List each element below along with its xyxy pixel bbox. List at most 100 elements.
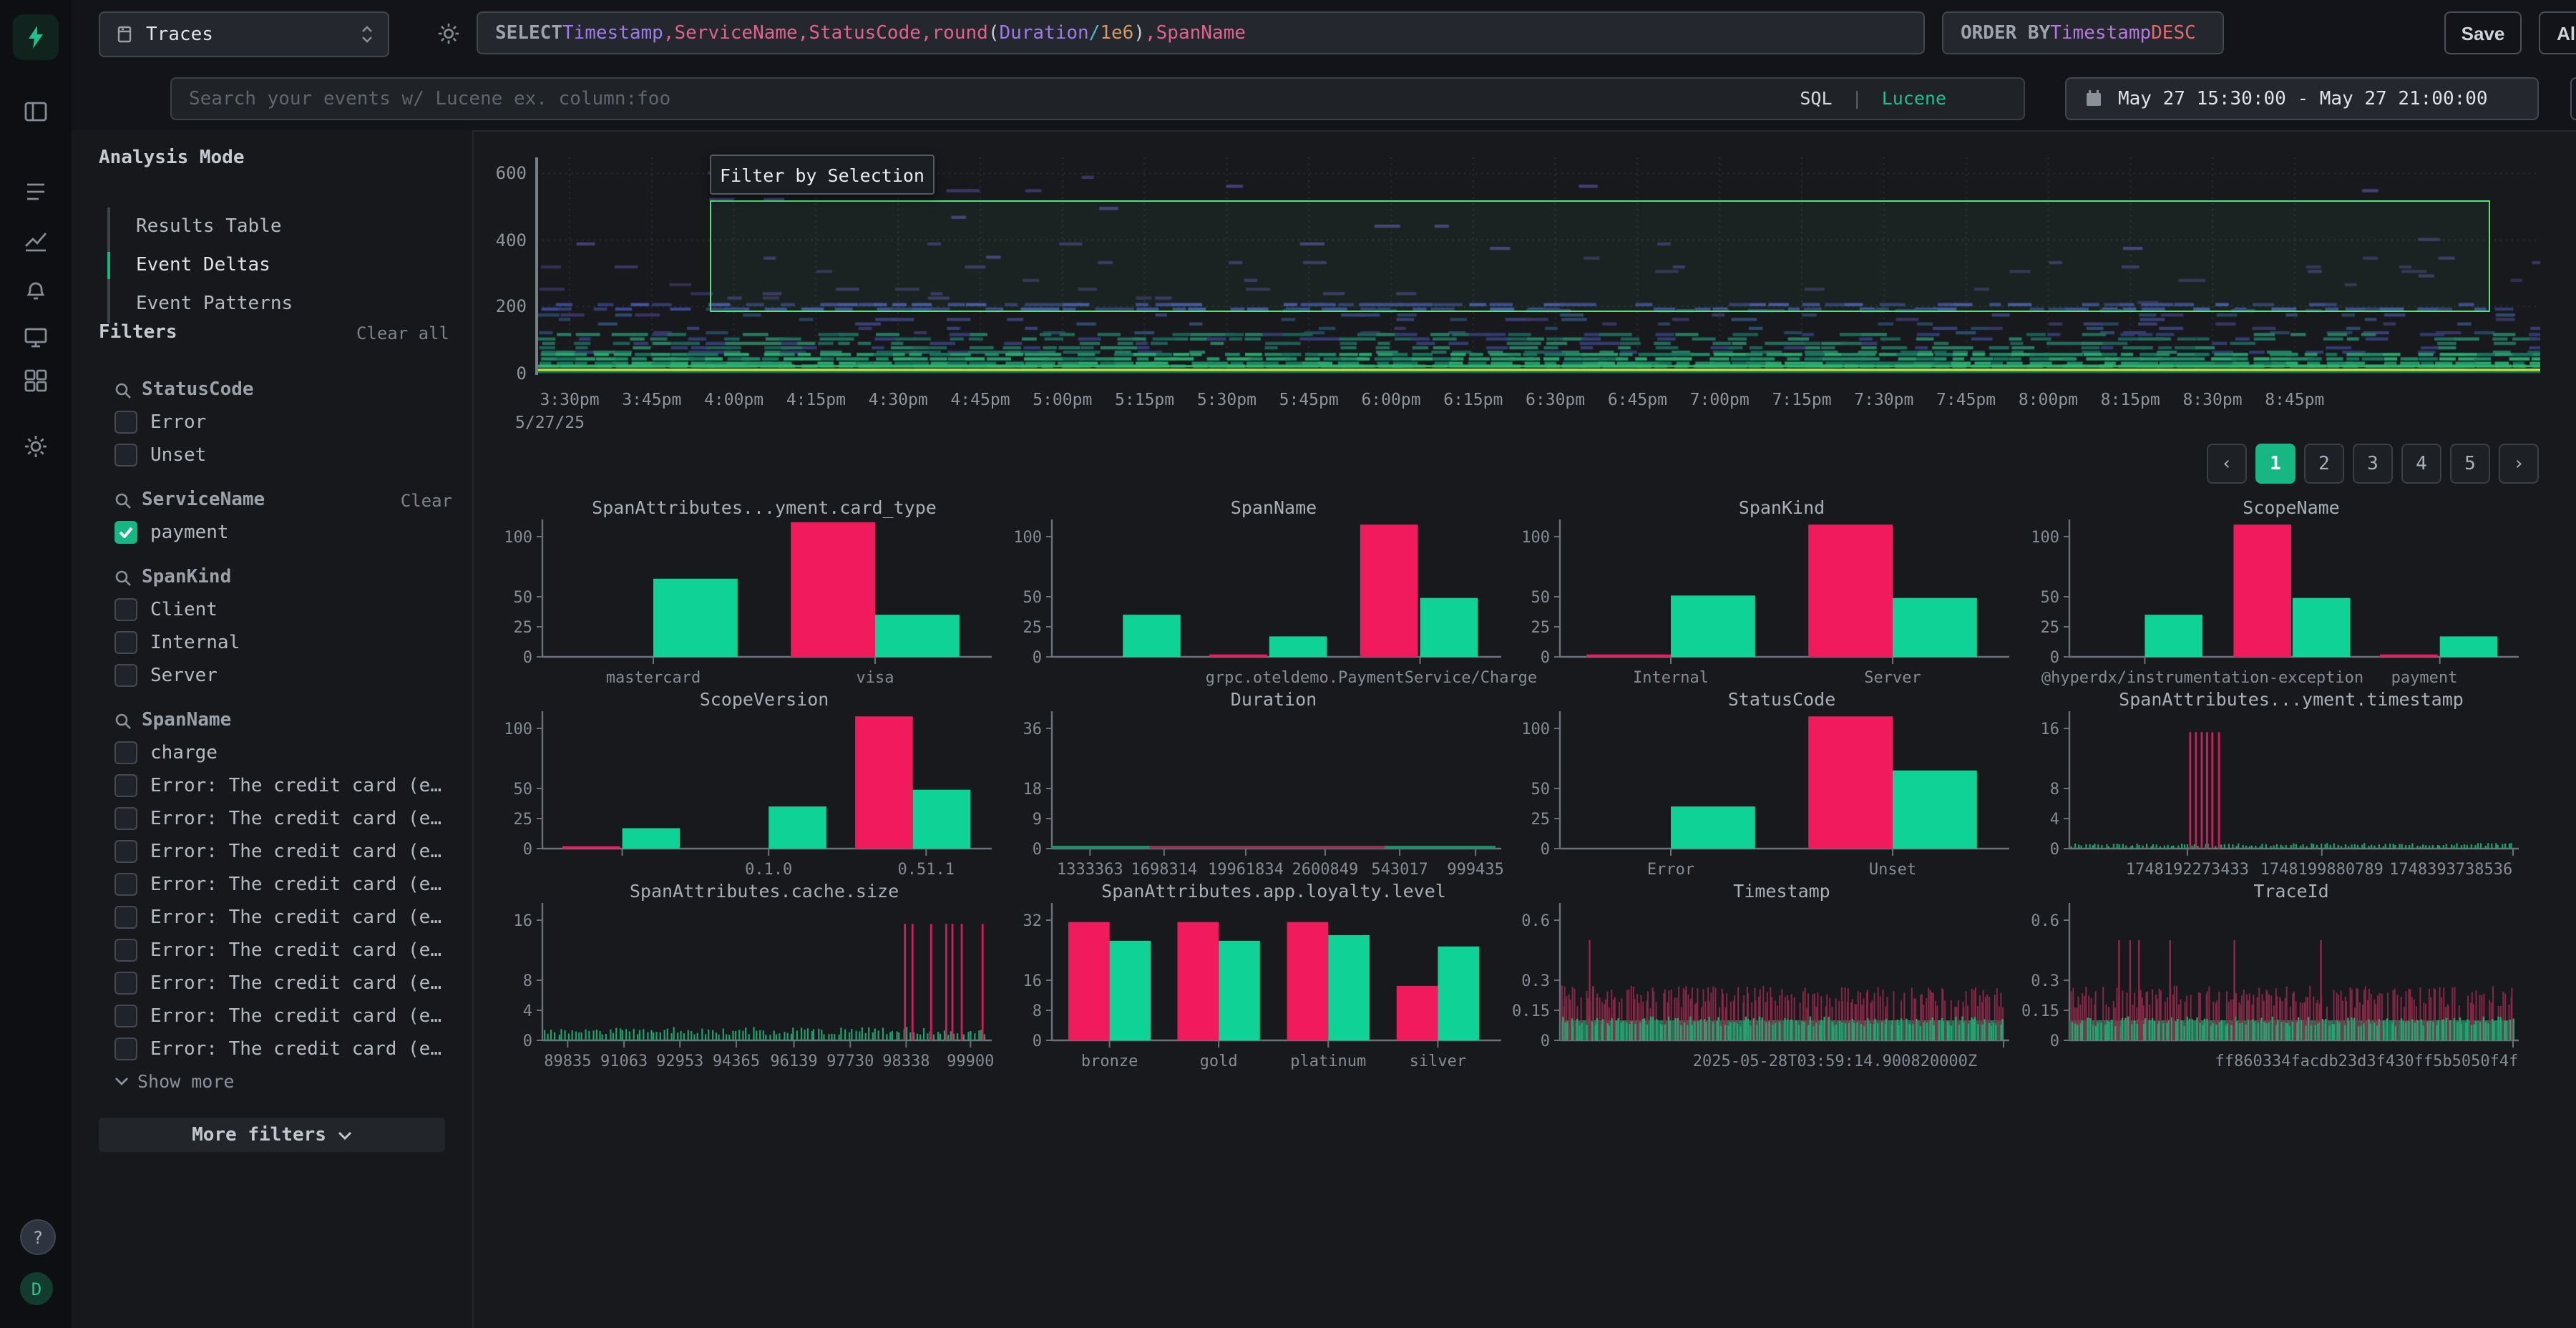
page-prev-button[interactable]: ‹ bbox=[2207, 444, 2247, 484]
chart-text: 0.6 bbox=[2031, 912, 2059, 930]
filter-option[interactable]: Error: The credit card (end… bbox=[114, 774, 452, 797]
chart-text: 0 bbox=[1541, 1032, 1550, 1050]
page-1-button[interactable]: 1 bbox=[2255, 444, 2296, 484]
more-filters-button[interactable]: More filters bbox=[99, 1118, 445, 1152]
checkbox[interactable] bbox=[114, 598, 137, 621]
sessions-monitor-icon[interactable] bbox=[13, 315, 59, 361]
panel-left-icon[interactable] bbox=[13, 89, 59, 135]
filter-option[interactable]: Error: The credit card (end… bbox=[114, 840, 452, 863]
chart-text: TraceId bbox=[2253, 881, 2328, 902]
filter-group-name: SpanName bbox=[142, 710, 231, 731]
heatmap-selection-box[interactable] bbox=[710, 200, 2490, 312]
sql-toggle[interactable]: SQL bbox=[1800, 87, 1832, 109]
filter-option[interactable]: payment bbox=[114, 521, 452, 544]
checkbox[interactable] bbox=[114, 939, 137, 962]
chart-text: Internal bbox=[1633, 669, 1709, 687]
filter-option[interactable]: Error: The credit card (end… bbox=[114, 906, 452, 929]
filter-option-label: Error: The credit card (end… bbox=[150, 874, 452, 895]
chart-icon[interactable] bbox=[13, 218, 59, 263]
filter-option[interactable]: Unset bbox=[114, 444, 452, 467]
chart-text: ScopeName bbox=[2243, 497, 2339, 518]
filter-option[interactable]: Error: The credit card (end… bbox=[114, 873, 452, 896]
clear-all-link[interactable]: Clear all bbox=[356, 323, 449, 343]
filter-option[interactable]: Error: The credit card (end… bbox=[114, 939, 452, 962]
source-select[interactable]: Traces bbox=[99, 11, 389, 57]
help-button[interactable]: ? bbox=[20, 1219, 56, 1255]
bar-scope-version-green bbox=[913, 790, 971, 849]
checkbox[interactable] bbox=[114, 631, 137, 654]
date-range-value: May 27 15:30:00 - May 27 21:00:00 bbox=[2118, 88, 2488, 109]
page-2-button[interactable]: 2 bbox=[2304, 444, 2344, 484]
alerts-button[interactable]: Alerts bbox=[2539, 11, 2576, 54]
chart-text: 100 bbox=[1521, 529, 1550, 547]
checkbox[interactable] bbox=[114, 1005, 137, 1027]
bar-scope-name-pink bbox=[2233, 524, 2291, 657]
checkbox[interactable] bbox=[114, 411, 137, 434]
order-by-input[interactable]: ORDER BY Timestamp DESC bbox=[1942, 11, 2224, 54]
checkbox[interactable] bbox=[114, 774, 137, 797]
select-query-input[interactable]: SELECT Timestamp,ServiceName,StatusCode,… bbox=[477, 11, 1925, 54]
hyperdx-logo-icon[interactable] bbox=[13, 14, 59, 60]
chart-text: 0 bbox=[523, 841, 532, 859]
mode-item-results-table[interactable]: Results Table bbox=[110, 208, 293, 246]
run-query-button[interactable] bbox=[2570, 77, 2576, 120]
checkbox[interactable] bbox=[114, 444, 137, 467]
date-range-picker[interactable]: May 27 15:30:00 - May 27 21:00:00 bbox=[2065, 77, 2539, 120]
search-input[interactable] bbox=[170, 77, 2025, 120]
source-settings-gear-icon[interactable] bbox=[425, 10, 471, 56]
chart-text: 0 bbox=[2050, 841, 2059, 859]
bar-span-name-green bbox=[1123, 615, 1181, 657]
query-token: / bbox=[1089, 22, 1101, 44]
bar-Unset-pink bbox=[1808, 716, 1893, 849]
checkbox[interactable] bbox=[114, 873, 137, 896]
bar-scope-name-pink bbox=[2380, 655, 2438, 657]
chart-text: 100 bbox=[1521, 721, 1550, 738]
alerts-bell-icon[interactable] bbox=[13, 266, 59, 312]
filter-option[interactable]: Error: The credit card (end… bbox=[114, 972, 452, 995]
filter-option[interactable]: Error: The credit card (end… bbox=[114, 807, 452, 830]
language-toggle[interactable]: SQL | Lucene bbox=[1800, 87, 1946, 109]
filter-option[interactable]: Error bbox=[114, 411, 452, 434]
checkbox-checked[interactable] bbox=[114, 521, 137, 544]
page-5-button[interactable]: 5 bbox=[2450, 444, 2490, 484]
filter-option[interactable]: Internal bbox=[114, 631, 452, 654]
search-logs-icon[interactable] bbox=[13, 169, 59, 215]
page-next-button[interactable]: › bbox=[2499, 444, 2539, 484]
filter-group-header-spanname: SpanName bbox=[114, 710, 452, 731]
page-4-button[interactable]: 4 bbox=[2401, 444, 2441, 484]
chart-text: 96139 bbox=[770, 1053, 817, 1070]
lucene-toggle[interactable]: Lucene bbox=[1882, 87, 1946, 109]
query-token: 1e6 bbox=[1100, 22, 1133, 44]
source-select-value: Traces bbox=[146, 24, 213, 45]
delta-chart-card-type: SpanAttributes...yment.card_type10050250… bbox=[494, 497, 992, 697]
show-more-link[interactable]: Show more bbox=[114, 1070, 452, 1092]
checkbox[interactable] bbox=[114, 840, 137, 863]
filter-option[interactable]: charge bbox=[114, 741, 452, 764]
filter-group-header-statuscode: StatusCode bbox=[114, 379, 452, 401]
heatmap-x-tick-label: 5:15pm bbox=[1115, 389, 1174, 409]
filter-option[interactable]: Error: The credit card (end… bbox=[114, 1005, 452, 1027]
chart-text: 4 bbox=[2050, 811, 2059, 829]
page-3-button[interactable]: 3 bbox=[2353, 444, 2393, 484]
toggle-divider: | bbox=[1843, 87, 1871, 109]
chart-text: 8 bbox=[1033, 1002, 1042, 1020]
user-avatar[interactable]: D bbox=[20, 1272, 53, 1305]
settings-gear-icon[interactable] bbox=[13, 424, 59, 469]
filter-by-selection-tooltip[interactable]: Filter by Selection bbox=[710, 155, 935, 195]
clear-link[interactable]: Clear bbox=[401, 490, 452, 510]
heatmap-y-tick-label: 200 bbox=[469, 296, 527, 316]
mode-item-event-patterns[interactable]: Event Patterns bbox=[110, 285, 293, 323]
services-grid-icon[interactable] bbox=[13, 358, 59, 404]
checkbox[interactable] bbox=[114, 664, 137, 687]
heatmap-x-tick-label: 5:30pm bbox=[1197, 389, 1257, 409]
filter-option[interactable]: Server bbox=[114, 664, 452, 687]
checkbox[interactable] bbox=[114, 972, 137, 995]
mode-item-event-deltas[interactable]: Event Deltas bbox=[110, 246, 293, 285]
checkbox[interactable] bbox=[114, 1038, 137, 1060]
save-button[interactable]: Save bbox=[2444, 11, 2522, 54]
filter-option[interactable]: Client bbox=[114, 598, 452, 621]
filter-option[interactable]: Error: The credit card (end… bbox=[114, 1038, 452, 1060]
checkbox[interactable] bbox=[114, 741, 137, 764]
checkbox[interactable] bbox=[114, 906, 137, 929]
checkbox[interactable] bbox=[114, 807, 137, 830]
